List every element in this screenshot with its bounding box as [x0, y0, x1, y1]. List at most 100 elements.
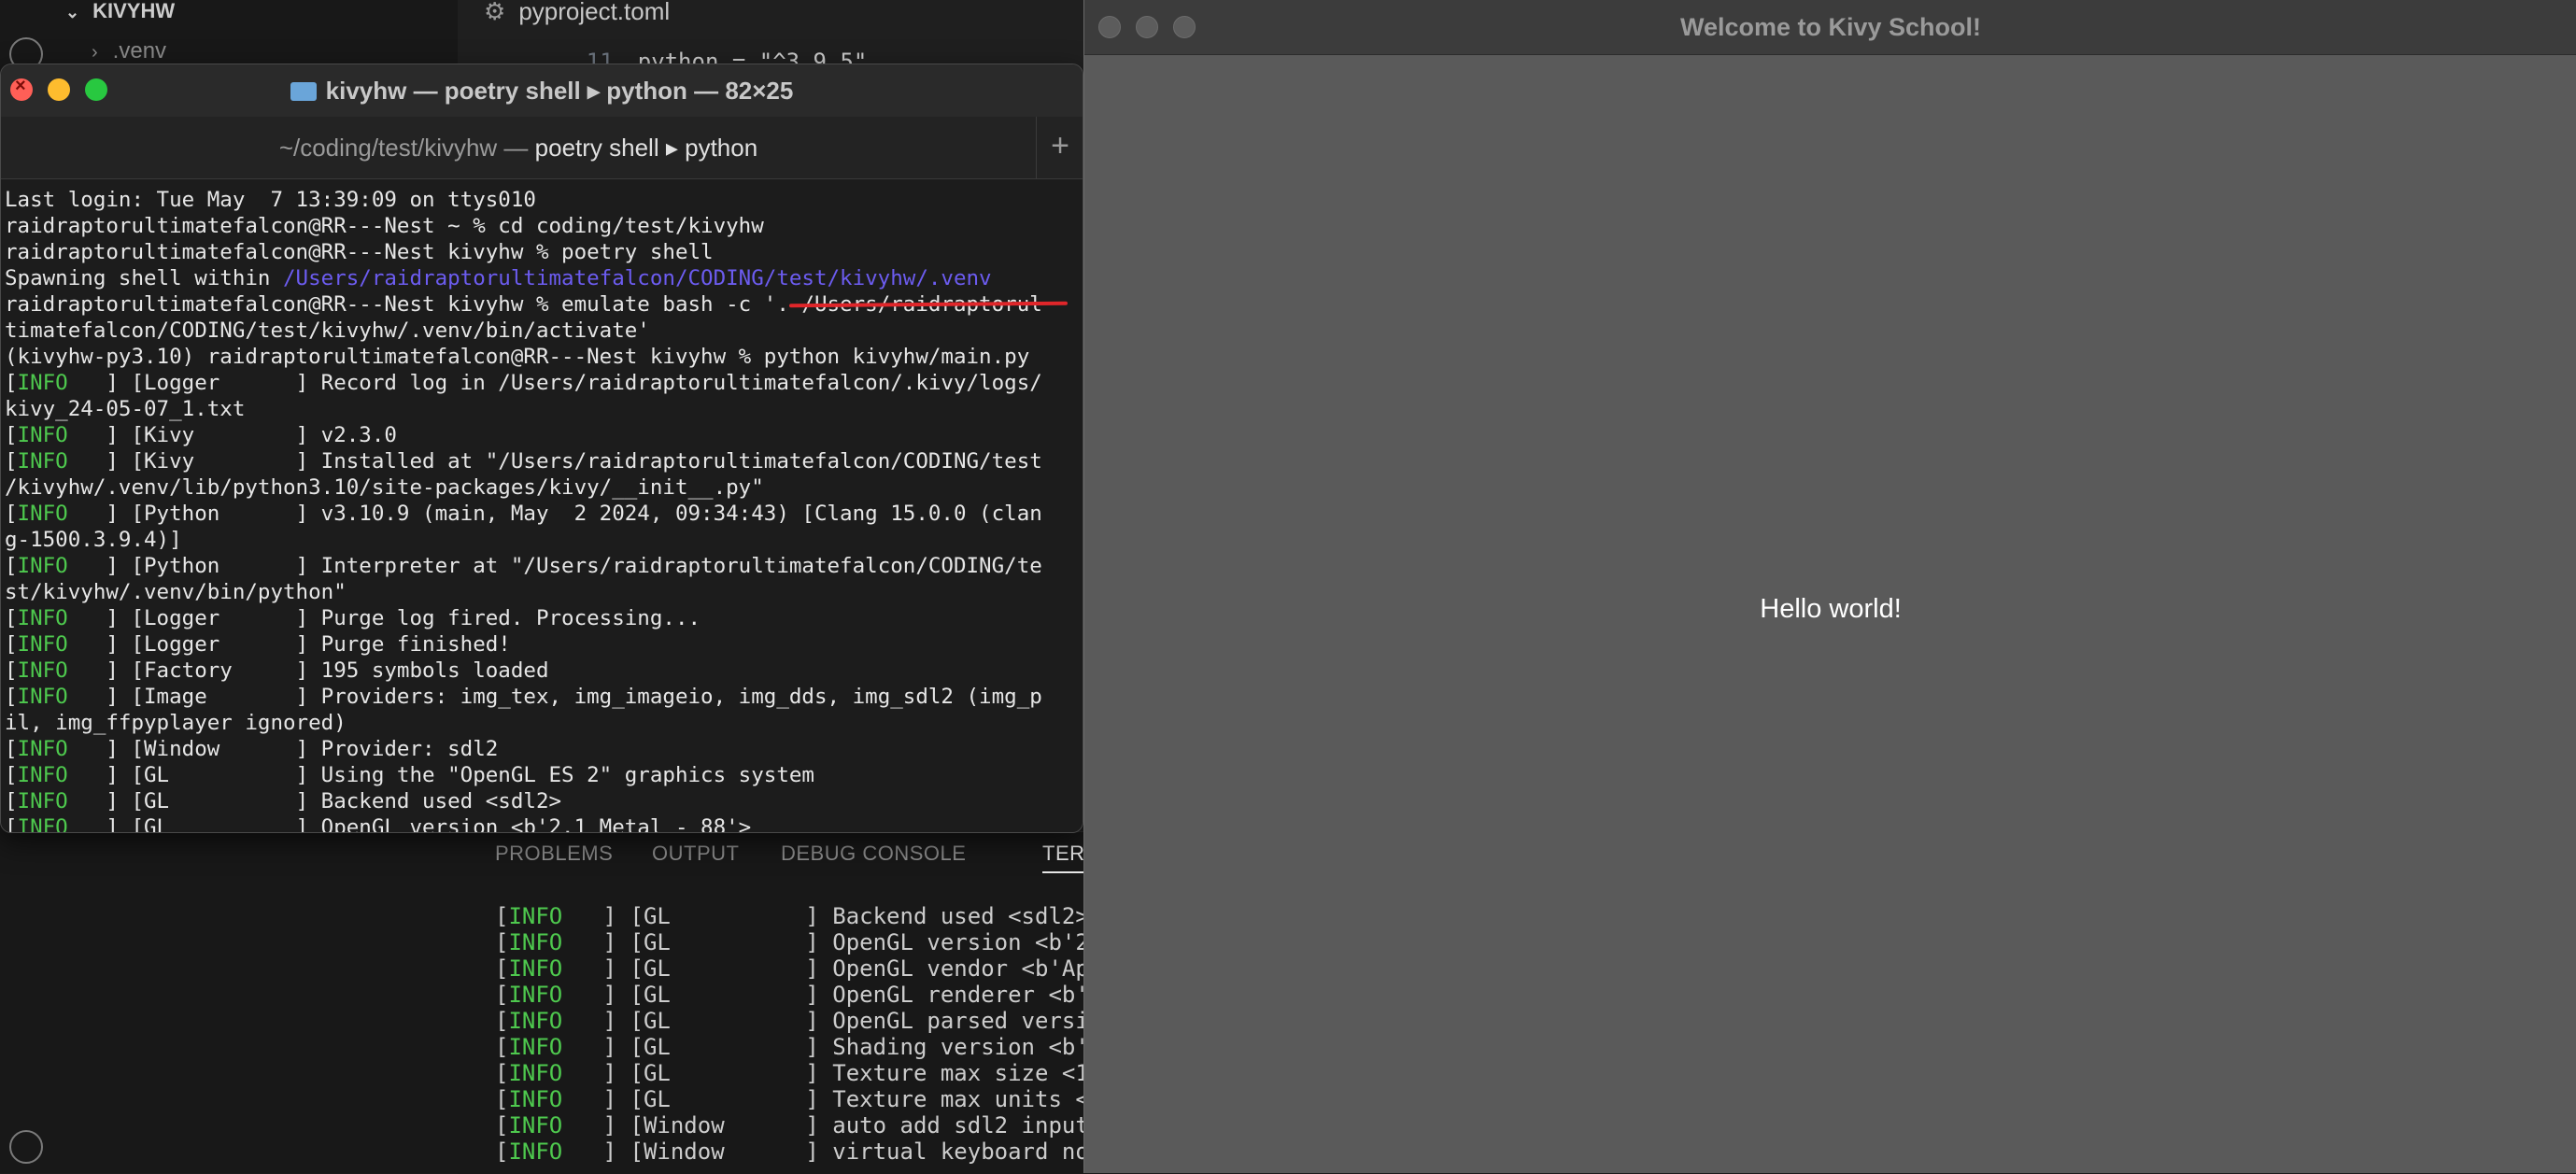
- new-tab-button[interactable]: +: [1038, 117, 1083, 178]
- log-level: INFO: [17, 449, 68, 474]
- log-source: [GL ]: [630, 1008, 819, 1034]
- terminal-line-text: Last login: Tue May 7 13:39:09 on ttys01…: [5, 188, 536, 212]
- terminal-line-text: ] [Kivy ] Installed at "/Users/raidrapto…: [67, 449, 1042, 474]
- terminal-line: [INFO ] [Factory ] 195 symbols loaded: [5, 658, 549, 683]
- terminal-line-text: (kivyhw-py3.10) raidraptorultimatefalcon…: [5, 345, 1030, 369]
- terminal-line-text: /kivyhw/.venv/lib/python3.10/site-packag…: [5, 475, 764, 500]
- log-message: auto add sdl2 input: [832, 1112, 1103, 1139]
- log-level: INFO: [508, 1060, 563, 1086]
- terminal-line: raidraptorultimatefalcon@RR---Nest ~ % c…: [5, 213, 764, 239]
- terminal-line: [INFO ] [Python ] v3.10.9 (main, May 2 2…: [5, 502, 1042, 526]
- log-source: [GL ]: [630, 1034, 819, 1060]
- log-level: INFO: [508, 1034, 563, 1060]
- log-level: INFO: [17, 371, 68, 395]
- log-level: INFO: [17, 554, 68, 578]
- log-level: INFO: [508, 1112, 563, 1139]
- log-level: INFO: [17, 815, 68, 833]
- chevron-right-icon: ›: [92, 42, 98, 63]
- terminal-line-text: ] [GL ] OpenGL version <b'2.1 Metal - 88…: [67, 815, 752, 833]
- log-source: [GL ]: [630, 929, 819, 955]
- log-message: virtual keyboard not: [832, 1139, 1103, 1165]
- explorer-root-label: KIVYHW: [92, 0, 176, 22]
- editor-tab-pyproject[interactable]: ⚙ pyproject.toml: [484, 0, 671, 25]
- bottom-panel: PROBLEMS OUTPUT DEBUG CONSOLE TERMIN [IN…: [458, 831, 1125, 1174]
- panel-log-line: [INFO ] [Window ] virtual keyboard not: [495, 1139, 1103, 1165]
- panel-log-line: [INFO ] [Window ] auto add sdl2 input: [495, 1112, 1103, 1139]
- editor-tab-label: pyproject.toml: [518, 0, 671, 25]
- terminal-line-text: ] [Image ] Providers: img_tex, img_image…: [67, 685, 1042, 709]
- terminal-line: [INFO ] [GL ] OpenGL version <b'2.1 Meta…: [5, 814, 752, 833]
- panel-log-line: [INFO ] [GL ] OpenGL vendor <b'App: [495, 955, 1103, 982]
- terminal-line: (kivyhw-py3.10) raidraptorultimatefalcon…: [5, 344, 1029, 370]
- kivy-app-window[interactable]: Welcome to Kivy School! Hello world!: [1083, 0, 2576, 1173]
- kivy-titlebar[interactable]: Welcome to Kivy School!: [1084, 0, 2576, 55]
- account-icon[interactable]: [9, 1130, 43, 1164]
- log-source: [GL ]: [630, 1060, 819, 1086]
- terminal-line: timatefalcon/CODING/test/kivyhw/.venv/bi…: [5, 318, 650, 344]
- terminal-line: st/kivyhw/.venv/bin/python": [5, 579, 347, 605]
- log-level: INFO: [508, 903, 563, 929]
- panel-log-line: [INFO ] [GL ] Backend used <sdl2>: [495, 903, 1089, 929]
- log-message: OpenGL renderer <b'A: [832, 982, 1103, 1008]
- chevron-down-icon: ⌄: [65, 3, 80, 21]
- explorer-root-folder[interactable]: ⌄ KIVYHW: [65, 0, 175, 22]
- panel-log-line: [INFO ] [GL ] Texture max units <1: [495, 1086, 1103, 1112]
- terminal-line-text: st/kivyhw/.venv/bin/python": [5, 580, 347, 604]
- terminal-line-text: il, img_ffpyplayer ignored): [5, 711, 347, 735]
- panel-log-line: [INFO ] [GL ] OpenGL renderer <b'A: [495, 982, 1103, 1008]
- tab-problems[interactable]: PROBLEMS: [495, 842, 613, 866]
- terminal-line: [INFO ] [Logger ] Purge finished!: [5, 632, 511, 657]
- log-level: INFO: [17, 423, 68, 447]
- terminal-line: [INFO ] [Logger ] Purge log fired. Proce…: [5, 606, 701, 630]
- log-source: [GL ]: [630, 955, 819, 982]
- panel-log-line: [INFO ] [GL ] Texture max size <16: [495, 1060, 1103, 1086]
- terminal-line-text: ] [Factory ] 195 symbols loaded: [67, 658, 549, 683]
- terminal-line-text: ] [Kivy ] v2.3.0: [67, 423, 397, 447]
- tab-output[interactable]: OUTPUT: [652, 842, 739, 866]
- terminal-line: g-1500.3.9.4)]: [5, 527, 182, 553]
- log-level: INFO: [508, 1139, 563, 1165]
- log-level: INFO: [17, 658, 68, 683]
- log-message: Texture max units <1: [832, 1086, 1103, 1112]
- tab-debug-console[interactable]: DEBUG CONSOLE: [781, 842, 966, 866]
- explorer-item-label: .venv: [112, 38, 167, 64]
- panel-log-line: [INFO ] [GL ] Shading version <b'1: [495, 1034, 1103, 1060]
- log-message: Texture max size <16: [832, 1060, 1103, 1086]
- terminal-output[interactable]: Last login: Tue May 7 13:39:09 on ttys01…: [1, 179, 1083, 833]
- terminal-line-text: raidraptorultimatefalcon@RR---Nest ~ % c…: [5, 214, 764, 238]
- log-level: INFO: [17, 685, 68, 709]
- terminal-line: [INFO ] [GL ] Backend used <sdl2>: [5, 789, 562, 813]
- log-level: INFO: [508, 955, 563, 982]
- log-source: [GL ]: [630, 1086, 819, 1112]
- log-source: [Window ]: [630, 1139, 819, 1165]
- terminal-line: il, img_ffpyplayer ignored): [5, 710, 347, 736]
- terminal-line-text: ] [Logger ] Purge finished!: [67, 632, 511, 657]
- log-level: INFO: [17, 606, 68, 630]
- terminal-line-text: ] [GL ] Backend used <sdl2>: [67, 789, 562, 813]
- terminal-line: [INFO ] [Logger ] Record log in /Users/r…: [5, 371, 1042, 395]
- panel-log-line: [INFO ] [GL ] OpenGL version <b'2.: [495, 929, 1103, 955]
- terminal-line: [INFO ] [Python ] Interpreter at "/Users…: [5, 554, 1042, 578]
- terminal-line-text: g-1500.3.9.4)]: [5, 528, 182, 552]
- terminal-line: kivy_24-05-07_1.txt: [5, 396, 245, 422]
- terminal-tab[interactable]: ~/coding/test/kivyhw — poetry shell ▸ py…: [1, 117, 1037, 178]
- log-message: OpenGL version <b'2.: [832, 929, 1103, 955]
- explorer-item-venv[interactable]: › .venv: [92, 37, 166, 66]
- log-level: INFO: [17, 502, 68, 526]
- log-level: INFO: [17, 789, 68, 813]
- terminal-line-text: kivy_24-05-07_1.txt: [5, 397, 246, 421]
- log-message: OpenGL vendor <b'App: [832, 955, 1103, 982]
- terminal-title-text: kivyhw — poetry shell ▸ python — 82×25: [325, 77, 794, 105]
- terminal-line: [INFO ] [Kivy ] v2.3.0: [5, 423, 397, 447]
- terminal-tab-process: poetry shell ▸ python: [534, 134, 758, 162]
- terminal-title: kivyhw — poetry shell ▸ python — 82×25: [1, 64, 1083, 117]
- terminal-line: Spawning shell within /Users/raidraptoru…: [5, 265, 992, 291]
- terminal-line: /kivyhw/.venv/lib/python3.10/site-packag…: [5, 474, 764, 501]
- terminal-window[interactable]: kivyhw — poetry shell ▸ python — 82×25 ~…: [0, 64, 1083, 833]
- log-level: INFO: [508, 1008, 563, 1034]
- terminal-titlebar[interactable]: kivyhw — poetry shell ▸ python — 82×25: [1, 64, 1083, 117]
- hello-label: Hello world!: [1760, 594, 1902, 624]
- panel-log-line: [INFO ] [GL ] OpenGL parsed versio: [495, 1008, 1103, 1034]
- terminal-line-text: Spawning shell within: [5, 266, 284, 290]
- terminal-line: [INFO ] [Image ] Providers: img_tex, img…: [5, 685, 1042, 709]
